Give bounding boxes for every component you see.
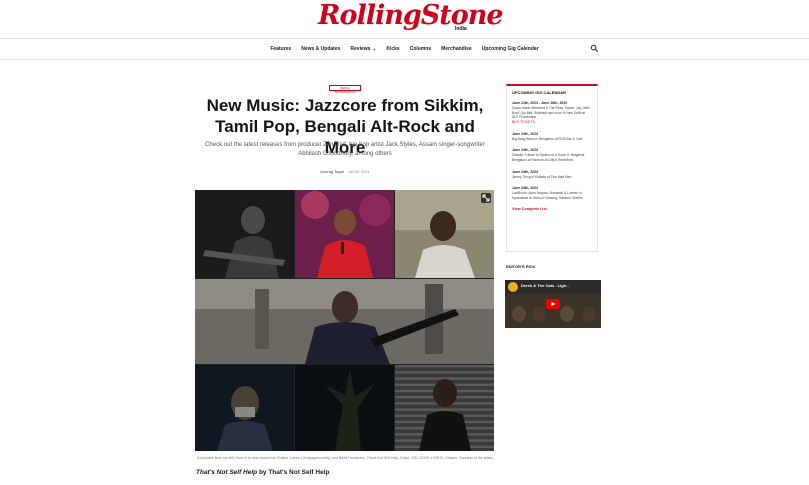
event-description: Queer Made Weekend ft The Fikss, Kavan, … bbox=[512, 106, 590, 120]
image-caption: (Clockwise from top left) Tune in to new… bbox=[196, 456, 494, 460]
author-link[interactable]: Anurag Tagat bbox=[320, 169, 344, 174]
article-excerpt: Check out the latest releases from produ… bbox=[205, 142, 485, 157]
nav-item-features[interactable]: Features bbox=[270, 46, 291, 52]
nav-label: Kicks bbox=[386, 46, 400, 52]
nav-label: Merchandise bbox=[441, 46, 472, 52]
photo-man-shutters bbox=[395, 365, 494, 451]
publish-date: Jul 02, 2021 bbox=[348, 169, 370, 174]
nav-label: Reviews bbox=[350, 46, 371, 52]
view-complete-list-link[interactable]: View Complete List bbox=[512, 207, 592, 211]
nav-label: News & Updates bbox=[301, 46, 341, 52]
editors-pick-video[interactable]: Derek & The Cats - Ligh... bbox=[505, 280, 601, 328]
nav-label: Upcoming Gig Calendar bbox=[481, 46, 539, 52]
photo-tree-night bbox=[295, 365, 394, 451]
event-description: LiveBooth: Arjun Nagara, Mosaede & Loebe… bbox=[512, 191, 583, 200]
nav-label: Features bbox=[270, 46, 292, 52]
logo-wordmark[interactable]: RollingStone bbox=[318, 0, 504, 32]
nav-item-news[interactable]: News & Updates bbox=[301, 46, 340, 52]
play-button-icon[interactable] bbox=[546, 299, 560, 309]
nav-label: Columns bbox=[409, 46, 432, 52]
song-subhead: That's Not Self Help by That's Not Self … bbox=[196, 469, 494, 476]
buy-tickets-link[interactable]: BUY TICKETS bbox=[512, 120, 592, 125]
event-description: Saladin: Tribute to System of a Down ft.… bbox=[512, 153, 585, 162]
category-tag[interactable]: NEW & NOTEWORTHY bbox=[329, 85, 361, 94]
nav-divider bbox=[0, 59, 809, 60]
photo-guitarist-wide bbox=[195, 279, 494, 364]
video-title[interactable]: Derek & The Cats - Ligh... bbox=[521, 283, 569, 288]
photo-masked-man bbox=[195, 365, 294, 451]
logo-edition: India bbox=[455, 26, 467, 32]
nav-item-reviews[interactable]: Reviews ▼ bbox=[350, 46, 376, 52]
nav-item-kicks[interactable]: Kicks bbox=[386, 46, 399, 52]
song-artist: by That's Not Self Help bbox=[257, 469, 330, 476]
nav-item-merchandise[interactable]: Merchandise bbox=[441, 46, 472, 52]
editors-pick-title: EDITOR'S PICK bbox=[506, 264, 536, 269]
nav-item-columns[interactable]: Columns bbox=[410, 46, 431, 52]
calendar-title: UPCOMING GIG CALENDAR bbox=[512, 90, 566, 95]
photo-man-outdoor bbox=[395, 190, 494, 278]
calendar-event[interactable]: June 22th, 2022 - June 26th, 2022 Queer … bbox=[512, 101, 592, 125]
event-description: Big Bang Blues in Bengaluru at RCB Bar &… bbox=[512, 136, 583, 141]
article-meta: Anurag Tagat Jul 02, 2021 bbox=[196, 169, 494, 174]
photo-guitarist-dark bbox=[195, 190, 294, 278]
expand-icon[interactable] bbox=[481, 193, 491, 203]
chevron-down-icon: ▼ bbox=[372, 46, 377, 52]
feature-image-collage[interactable] bbox=[195, 190, 494, 451]
photo-singer-red bbox=[295, 190, 394, 278]
calendar-event[interactable]: June 24th, 2022 LiveBooth: Arjun Nagara,… bbox=[512, 186, 592, 200]
nav-item-gig-calendar[interactable]: Upcoming Gig Calendar bbox=[482, 46, 539, 52]
event-description: Jimmy Thing in Kolkata at Five Mad Men bbox=[512, 174, 572, 179]
site-logo[interactable]: RollingStone India bbox=[0, 0, 809, 38]
search-icon[interactable] bbox=[590, 44, 599, 53]
main-nav: Features News & Updates Reviews ▼ Kicks C… bbox=[0, 39, 809, 59]
calendar-event[interactable]: June 24th, 2022 Big Bang Blues in Bengal… bbox=[512, 132, 592, 142]
calendar-event[interactable]: June 24th, 2022 Jimmy Thing in Kolkata a… bbox=[512, 170, 592, 180]
song-title: That's Not Self Help bbox=[196, 469, 258, 476]
calendar-event[interactable]: June 24th, 2022 Saladin: Tribute to Syst… bbox=[512, 148, 592, 162]
gig-calendar-widget: UPCOMING GIG CALENDAR June 22th, 2022 - … bbox=[506, 84, 598, 252]
